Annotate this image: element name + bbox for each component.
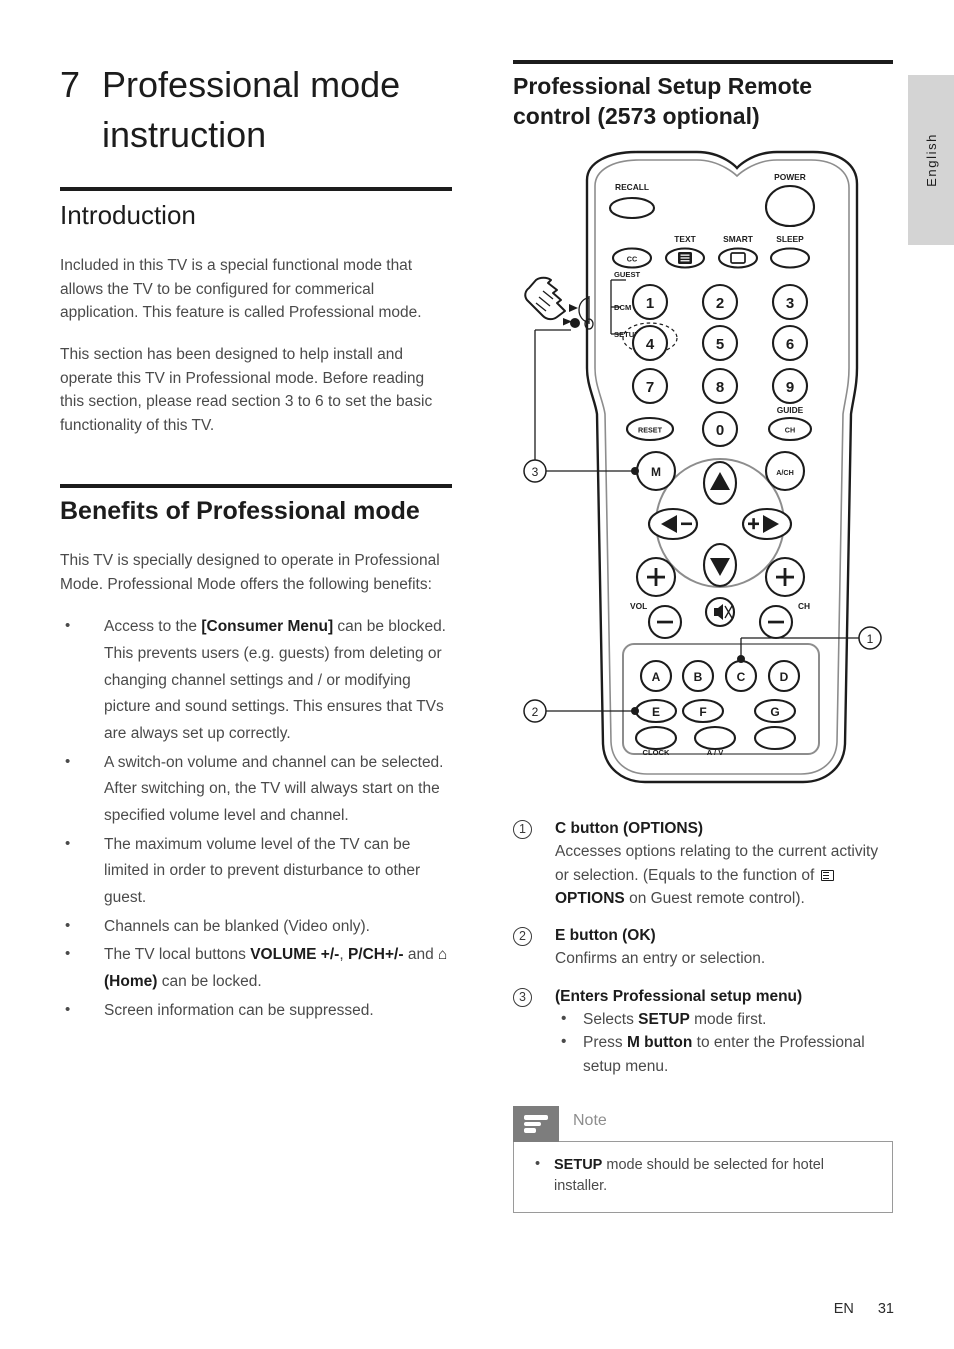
callout-description-emphasis: OPTIONS xyxy=(555,889,625,907)
svg-text:F: F xyxy=(699,705,706,719)
introduction-paragraph-1: Included in this TV is a special functio… xyxy=(60,256,422,322)
remote-label-guide: GUIDE xyxy=(777,405,804,415)
callout-sub-list: Selects SETUP mode first.Press M button … xyxy=(555,1007,893,1078)
remote-label-vol: VOL xyxy=(630,601,647,611)
svg-text:9: 9 xyxy=(786,379,794,396)
svg-text:3: 3 xyxy=(786,295,794,312)
remote-label-ach: A/CH xyxy=(776,468,794,477)
svg-text:B: B xyxy=(694,670,703,684)
language-side-tab-label: English xyxy=(923,133,939,187)
remote-switch-label-guest: GUEST xyxy=(614,270,641,279)
divider-introduction xyxy=(60,187,452,192)
svg-text:A: A xyxy=(652,670,661,684)
chapter-title: Professional mode instruction xyxy=(102,64,401,155)
callout-title: E button (OK) xyxy=(555,927,656,944)
remote-label-ch: CH xyxy=(798,601,810,611)
remote-label-power: POWER xyxy=(774,172,806,182)
svg-text:E: E xyxy=(652,705,660,719)
benefit-list-item: A switch-on volume and channel can be se… xyxy=(60,749,452,830)
remote-label-smart: SMART xyxy=(723,234,754,244)
introduction-paragraph-2: This section has been designed to help i… xyxy=(60,345,433,435)
svg-text:8: 8 xyxy=(716,379,724,396)
remote-callout-descriptions: 1 C button (OPTIONS) Accesses options rela… xyxy=(513,818,893,1078)
callout-description: Accesses options relating to the current… xyxy=(555,843,879,907)
svg-text:7: 7 xyxy=(646,379,654,396)
svg-text:1: 1 xyxy=(646,295,654,312)
callout-block: 3 (Enters Professional setup menu) Selects… xyxy=(513,986,893,1078)
callout-title: (Enters Professional setup menu) xyxy=(555,987,803,1005)
callout-sub-item: Selects SETUP mode first. xyxy=(555,1007,893,1031)
callout-number-badge: 3 xyxy=(513,987,532,1007)
note-box: Note SETUP mode should be selected for h… xyxy=(513,1105,893,1214)
remote-label-cc: CC xyxy=(627,254,637,263)
callout-title: C button (OPTIONS) xyxy=(555,819,704,837)
svg-text:0: 0 xyxy=(716,422,724,439)
remote-callout-2: 2 xyxy=(532,705,539,719)
svg-text:C: C xyxy=(737,670,746,684)
svg-text:6: 6 xyxy=(786,336,794,353)
left-column: 7 Professional mode instruction Introduc… xyxy=(60,60,452,1026)
callout-number-badge: 1 xyxy=(513,819,532,839)
page-footer: EN 31 xyxy=(834,1301,894,1317)
introduction-heading: Introduction xyxy=(60,200,196,231)
home-icon: ⌂ xyxy=(438,946,448,964)
benefits-heading: Benefits of Professional mode xyxy=(60,496,420,525)
remote-control-illustration: .ro { fill:#ffffff; stroke:#1c1c1c; stro… xyxy=(523,150,882,783)
remote-control-figure: .ro { fill:#ffffff; stroke:#1c1c1c; stro… xyxy=(513,138,893,818)
benefits-paragraph: This TV is specially designed to operate… xyxy=(60,552,440,593)
remote-label-clock: CLOCK xyxy=(643,748,671,757)
note-tab xyxy=(513,1105,559,1142)
remote-label-sleep: SLEEP xyxy=(776,234,804,244)
language-side-tab: English xyxy=(908,75,954,245)
remote-label-recall: RECALL xyxy=(615,182,649,192)
note-label: Note xyxy=(573,1111,607,1129)
callout-number-badge: 2 xyxy=(513,927,532,946)
footer-page-number: 31 xyxy=(877,1301,894,1317)
svg-text:5: 5 xyxy=(716,336,724,353)
note-list: SETUP mode should be selected for hotel … xyxy=(530,1154,876,1196)
callout-description: Confirms an entry or selection. xyxy=(555,950,766,968)
svg-text:D: D xyxy=(780,670,789,684)
remote-label-ch-guide: CH xyxy=(785,425,795,434)
svg-text:G: G xyxy=(770,705,779,719)
remote-switch-label-dcm: DCM xyxy=(614,303,631,312)
remote-section-heading: Professional Setup Remote control (2573 … xyxy=(513,73,813,129)
chapter-heading: 7 Professional mode instruction xyxy=(60,60,452,159)
remote-label-text: TEXT xyxy=(674,234,696,244)
benefit-list-item: The TV local buttons VOLUME +/-, P/CH+/-… xyxy=(60,941,452,995)
remote-label-reset: RESET xyxy=(638,425,663,434)
callout-sub-item: Press M button to enter the Professional… xyxy=(555,1030,893,1078)
remote-label-m: M xyxy=(651,465,661,479)
callout-block: 1 C button (OPTIONS) Accesses options rela… xyxy=(513,818,893,910)
benefits-list: Access to the [Consumer Menu] can be blo… xyxy=(60,613,452,1025)
svg-text:2: 2 xyxy=(716,295,724,312)
options-icon xyxy=(820,869,834,881)
divider-remote-section xyxy=(513,60,893,64)
remote-label-av: A / V xyxy=(707,748,725,757)
note-icon xyxy=(524,1115,548,1133)
benefit-list-item: The maximum volume level of the TV can b… xyxy=(60,831,452,912)
benefit-list-item: Screen information can be suppressed. xyxy=(60,997,452,1025)
note-body: SETUP mode should be selected for hotel … xyxy=(513,1140,893,1214)
footer-language-code: EN xyxy=(833,1301,854,1317)
remote-callout-3: 3 xyxy=(532,465,539,479)
divider-benefits xyxy=(60,483,452,488)
benefit-list-item: Channels can be blanked (Video only). xyxy=(60,913,452,941)
benefit-list-item: Access to the [Consumer Menu] can be blo… xyxy=(60,613,452,747)
callout-block: 2 E button (OK) Confirms an entry or selec… xyxy=(513,925,893,971)
right-column: Professional Setup Remote control (2573 … xyxy=(513,60,893,1214)
svg-text:4: 4 xyxy=(646,336,655,353)
note-list-item: SETUP mode should be selected for hotel … xyxy=(530,1154,876,1196)
chapter-number: 7 xyxy=(60,64,81,105)
remote-callout-1: 1 xyxy=(867,632,874,646)
